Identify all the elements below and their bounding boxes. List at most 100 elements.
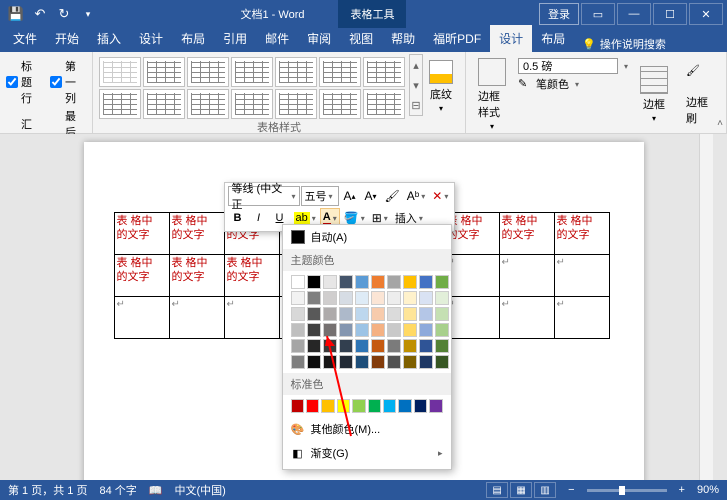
color-swatch[interactable] <box>355 355 369 369</box>
color-swatch[interactable] <box>307 355 321 369</box>
color-swatch[interactable] <box>355 339 369 353</box>
color-swatch[interactable] <box>307 275 321 289</box>
table-cell[interactable]: ↵ <box>444 255 499 297</box>
minimize-icon[interactable]: ― <box>617 3 651 25</box>
color-swatch[interactable] <box>371 339 385 353</box>
color-swatch[interactable] <box>352 399 365 413</box>
zoom-slider[interactable] <box>587 489 667 492</box>
color-swatch[interactable] <box>321 399 334 413</box>
table-cell[interactable]: ↵ <box>224 297 279 339</box>
style-thumb[interactable] <box>231 89 273 119</box>
color-swatch[interactable] <box>435 291 449 305</box>
color-swatch[interactable] <box>371 291 385 305</box>
table-cell[interactable]: ↵ <box>169 297 224 339</box>
border-weight-select[interactable]: 0.5 磅▾ <box>518 58 628 74</box>
maximize-icon[interactable]: ☐ <box>653 3 687 25</box>
color-swatch[interactable] <box>403 275 417 289</box>
table-cell[interactable]: 表 格中 的文字 <box>499 213 554 255</box>
color-swatch[interactable] <box>323 291 337 305</box>
style-thumb[interactable] <box>319 89 361 119</box>
login-button[interactable]: 登录 <box>539 3 579 25</box>
page[interactable]: 等线 (中文正▾ 五号▾ A▴ A▾ 🖌 Aᵇ▾ ✕▾ B I U ab▾ A▾… <box>84 142 644 480</box>
tab-mailings[interactable]: 邮件 <box>256 25 298 52</box>
table-cell[interactable]: ↵ <box>554 255 609 297</box>
color-swatch[interactable] <box>419 291 433 305</box>
color-swatch[interactable] <box>339 339 353 353</box>
table-cell[interactable]: 表 格中 的文字 <box>224 255 279 297</box>
color-swatch[interactable] <box>339 291 353 305</box>
gradient-item[interactable]: ◧ 渐变(G) ▸ <box>283 441 451 465</box>
tab-insert[interactable]: 插入 <box>88 25 130 52</box>
zoom-level[interactable]: 90% <box>697 484 719 496</box>
style-thumb[interactable] <box>363 89 405 119</box>
style-thumb[interactable] <box>187 89 229 119</box>
color-swatch[interactable] <box>435 307 449 321</box>
shading-button[interactable]: 底纹▾ <box>423 54 459 119</box>
style-thumb[interactable] <box>275 89 317 119</box>
tab-file[interactable]: 文件 <box>4 25 46 52</box>
ribbon-options-icon[interactable]: ▭ <box>581 3 615 25</box>
color-swatch[interactable] <box>387 275 401 289</box>
mini-size-select[interactable]: 五号▾ <box>301 186 339 206</box>
gallery-more-button[interactable]: ▴▾⊟ <box>409 54 423 116</box>
color-swatch[interactable] <box>355 323 369 337</box>
color-swatch[interactable] <box>323 355 337 369</box>
color-swatch[interactable] <box>371 275 385 289</box>
style-thumb[interactable] <box>99 89 141 119</box>
color-swatch[interactable] <box>419 323 433 337</box>
color-swatch[interactable] <box>307 339 321 353</box>
style-thumb[interactable] <box>187 57 229 87</box>
color-swatch[interactable] <box>435 339 449 353</box>
color-swatch[interactable] <box>387 323 401 337</box>
table-cell[interactable]: 表 格中 的文字 <box>554 213 609 255</box>
color-swatch[interactable] <box>403 339 417 353</box>
style-thumb[interactable] <box>363 57 405 87</box>
color-swatch[interactable] <box>355 291 369 305</box>
word-count[interactable]: 84 个字 <box>99 482 136 498</box>
tab-design[interactable]: 设计 <box>130 25 172 52</box>
color-swatch[interactable] <box>419 307 433 321</box>
close-icon[interactable]: ✕ <box>689 3 723 25</box>
table-cell[interactable]: 表 格中 的文字 <box>169 213 224 255</box>
tab-table-layout[interactable]: 布局 <box>532 25 574 52</box>
table-cell[interactable]: ↵ <box>114 297 169 339</box>
qat-more-icon[interactable]: ▾ <box>78 4 98 24</box>
print-layout-icon[interactable]: ▦ <box>510 482 532 498</box>
color-swatch[interactable] <box>403 355 417 369</box>
tab-layout[interactable]: 布局 <box>172 25 214 52</box>
color-swatch[interactable] <box>419 355 433 369</box>
color-swatch[interactable] <box>403 291 417 305</box>
color-swatch[interactable] <box>307 307 321 321</box>
color-swatch[interactable] <box>368 399 381 413</box>
color-swatch[interactable] <box>307 323 321 337</box>
color-swatch[interactable] <box>387 291 401 305</box>
read-mode-icon[interactable]: ▤ <box>486 482 508 498</box>
undo-icon[interactable]: ↶ <box>30 4 50 24</box>
more-colors-item[interactable]: 🎨 其他颜色(M)... <box>283 417 451 441</box>
color-swatch[interactable] <box>323 307 337 321</box>
color-swatch[interactable] <box>355 275 369 289</box>
color-swatch[interactable] <box>291 275 305 289</box>
color-swatch[interactable] <box>429 399 442 413</box>
color-swatch[interactable] <box>291 291 305 305</box>
mini-shrink-font[interactable]: A▾ <box>361 186 381 206</box>
color-swatch[interactable] <box>291 323 305 337</box>
redo-icon[interactable]: ↻ <box>54 4 74 24</box>
collapse-ribbon-icon[interactable]: ˄ <box>717 118 723 129</box>
mini-styles[interactable]: Aᵇ▾ <box>404 186 429 206</box>
color-swatch[interactable] <box>306 399 319 413</box>
color-swatch[interactable] <box>339 275 353 289</box>
color-swatch[interactable] <box>435 323 449 337</box>
color-swatch[interactable] <box>414 399 427 413</box>
style-thumb[interactable] <box>319 57 361 87</box>
table-cell[interactable]: 表 格中 的文字 <box>169 255 224 297</box>
table-cell[interactable]: 表 格中 的文字 <box>114 213 169 255</box>
color-swatch[interactable] <box>371 355 385 369</box>
tab-view[interactable]: 视图 <box>340 25 382 52</box>
color-swatch[interactable] <box>387 307 401 321</box>
color-swatch[interactable] <box>291 339 305 353</box>
color-swatch[interactable] <box>291 307 305 321</box>
web-layout-icon[interactable]: ▥ <box>534 482 556 498</box>
tab-foxit[interactable]: 福昕PDF <box>424 25 490 52</box>
color-swatch[interactable] <box>307 291 321 305</box>
